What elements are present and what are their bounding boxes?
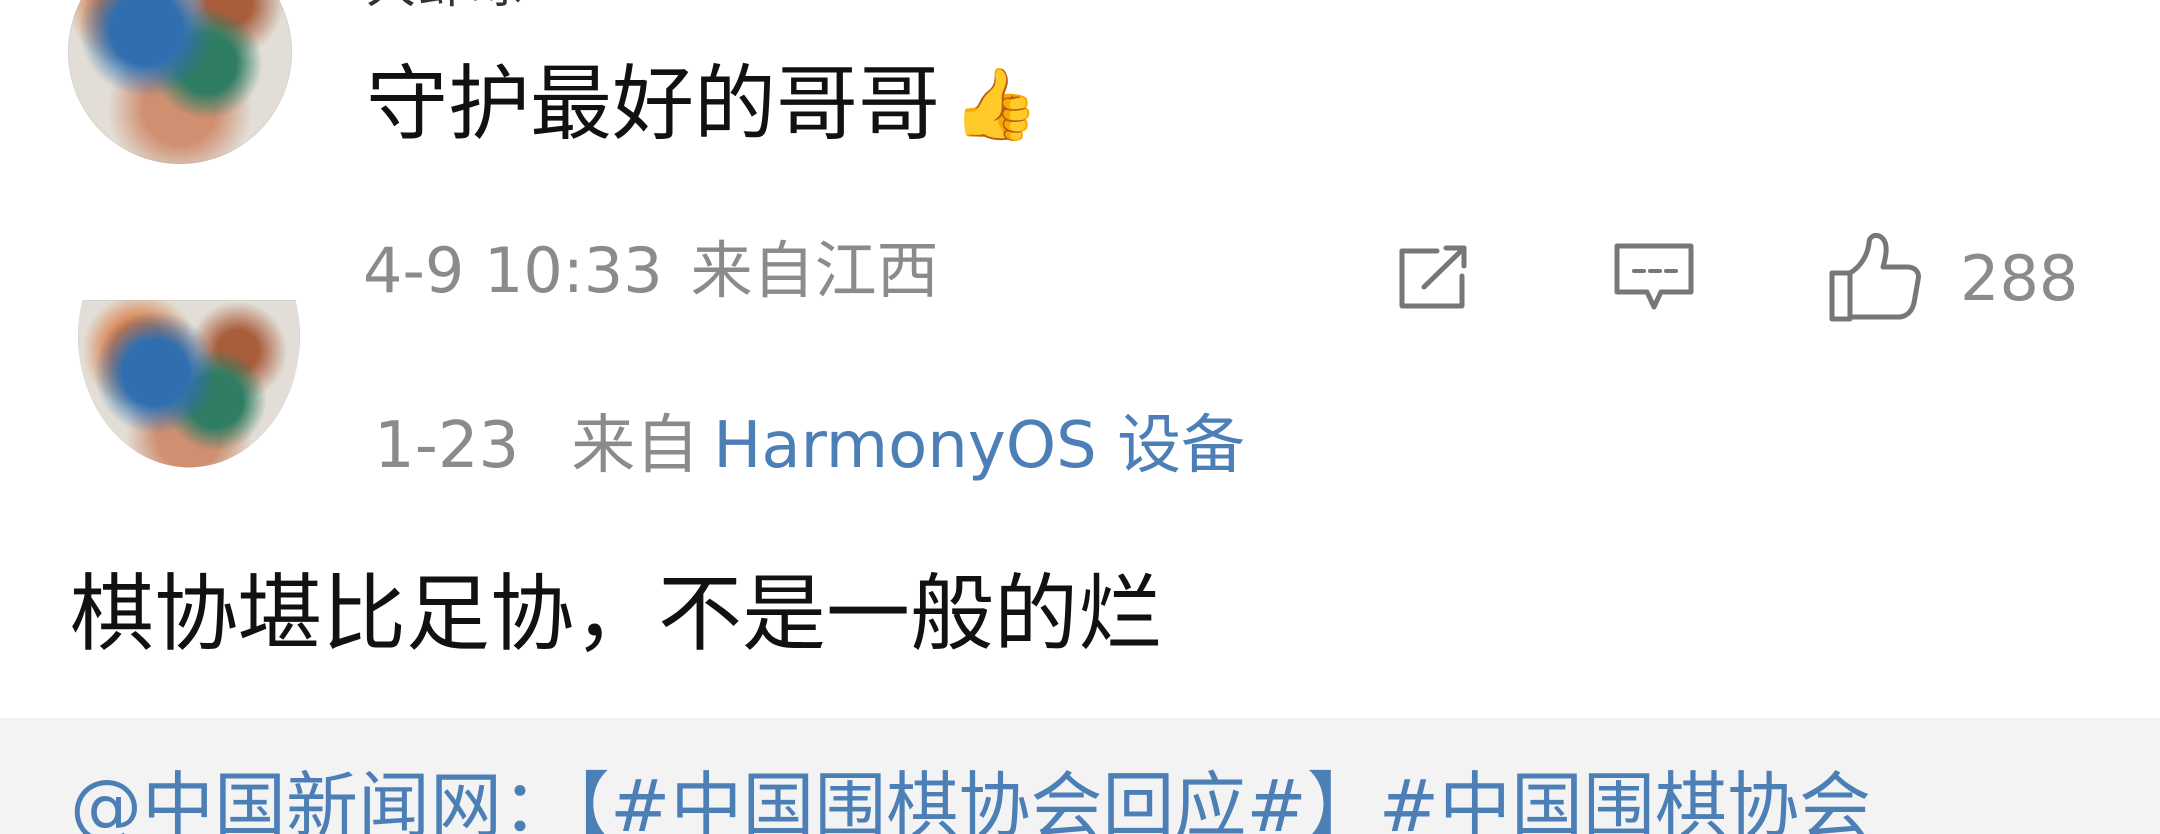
quote-separator-2: 】 — [1306, 764, 1379, 834]
comment-text: 守护最好的哥哥 👍 — [366, 64, 1039, 146]
comment-time: 4-9 10:33 — [363, 234, 663, 307]
like-icon — [1829, 233, 1921, 322]
quote-topic-link-2[interactable]: #中国围棋协会 — [1379, 764, 1871, 834]
weibo-comment-screen: 大虾球 守护最好的哥哥👍 4-9 10:33来自江西 288 1-23来自Har… — [0, 0, 2160, 834]
quote-topic-link-1[interactable]: #中国围棋协会回应# — [610, 764, 1307, 834]
reply-button[interactable] — [1612, 238, 1700, 320]
quote-author-link[interactable]: @中国新闻网 — [70, 764, 502, 834]
post-date: 1-23 — [374, 409, 520, 483]
thumbs-up-emoji: 👍 — [952, 63, 1040, 145]
like-button[interactable]: 288 — [1828, 233, 2098, 322]
repost-button[interactable] — [1390, 238, 1478, 320]
reply-icon — [1614, 243, 1694, 310]
like-count: 288 — [1960, 242, 2079, 315]
comment-location: 来自江西 — [690, 234, 939, 307]
quoted-post-text[interactable]: @中国新闻网：【#中国围棋协会回应#】#中国围棋协会 — [70, 770, 1871, 834]
post-from-label: 来自 — [571, 409, 700, 483]
poster-avatar[interactable] — [78, 300, 300, 468]
commenter-name[interactable]: 大虾球 — [366, 0, 525, 10]
repost-icon — [1399, 245, 1467, 309]
comment-text-content: 守护最好的哥哥 — [366, 57, 941, 152]
comment-meta: 4-9 10:33 来自江西 — [363, 240, 939, 302]
post-meta: 1-23 来自 HarmonyOS 设备 — [374, 414, 1245, 478]
device-link[interactable]: HarmonyOS 设备 — [713, 409, 1245, 483]
quote-separator: ：【 — [502, 764, 611, 834]
commenter-avatar[interactable] — [68, 0, 292, 164]
post-text: 棋协堪比足协，不是一般的烂 — [70, 565, 1163, 663]
